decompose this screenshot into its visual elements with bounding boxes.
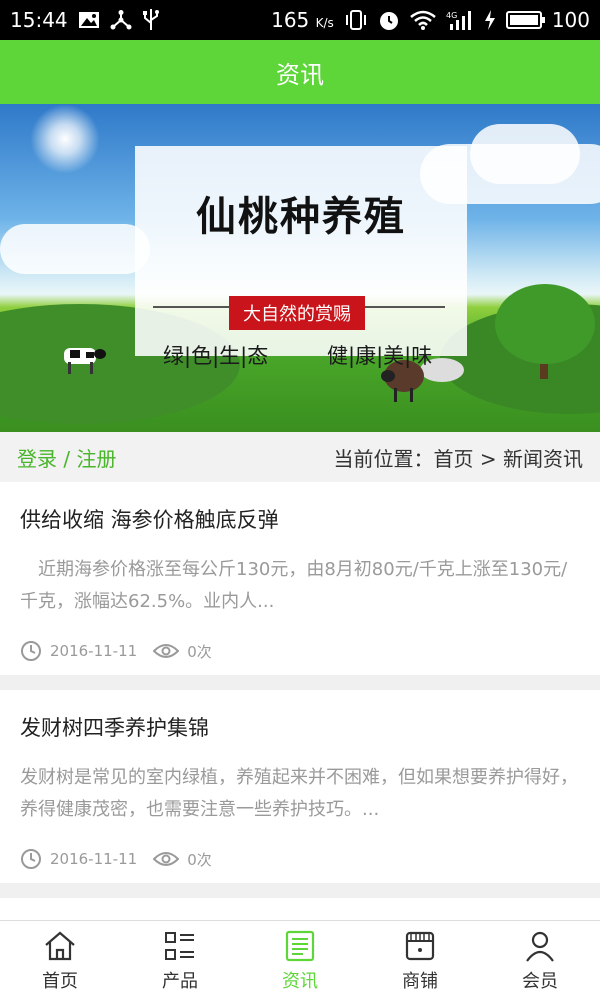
news-date: 2016-11-11: [50, 642, 138, 660]
news-date: 2016-11-11: [50, 850, 138, 868]
shop-icon: [405, 931, 435, 960]
page-title: 资讯: [276, 60, 324, 89]
cow-graphic: [64, 348, 106, 374]
banner-slogan-left: 绿|色|生|态: [163, 344, 269, 368]
clock-icon: [21, 849, 41, 869]
news-summary: 近期海参价格涨至每公斤130元，由8月初80元/千克上涨至130元/千克，涨幅达…: [20, 559, 568, 612]
battery-icon: [505, 11, 545, 29]
usb-icon: [142, 9, 159, 30]
bottom-tab-bar: 首页 产品 资讯 商铺 会员: [0, 920, 600, 1000]
news-title[interactable]: 供给收缩 海参价格触底反弹: [20, 482, 580, 540]
status-time: 15:44: [10, 8, 68, 32]
clock-icon: [21, 641, 41, 661]
news-icon: [285, 930, 315, 961]
charging-icon: [484, 10, 495, 30]
network-speed: 165 K/s: [271, 8, 334, 32]
banner-card: 仙桃种养殖 大自然的赏赐 绿|色|生|态 健|康|美|味: [135, 146, 467, 368]
tab-label: 会员: [522, 970, 558, 992]
tree-graphic: [495, 284, 595, 379]
image-icon: [78, 12, 99, 28]
news-item[interactable]: 发财树四季养护集锦 发财树是常见的室内绿植，养殖起来并不困难，但如果想要养护得好…: [0, 690, 600, 883]
news-item[interactable]: [0, 898, 600, 920]
news-title[interactable]: 发财树四季养护集锦: [20, 690, 580, 748]
breadcrumb: 当前位置：首页 > 新闻资讯: [333, 446, 583, 471]
banner[interactable]: 仙桃种养殖 大自然的赏赐 绿|色|生|态 健|康|美|味: [0, 104, 600, 432]
svg-text:4G: 4G: [446, 11, 457, 20]
news-summary: 发财树是常见的室内绿植，养殖起来并不困难，但如果想要养护得好，养得健康茂密，也需…: [20, 767, 578, 820]
news-meta: 2016-11-11 0次: [20, 640, 580, 662]
tab-news[interactable]: 资讯: [240, 921, 360, 1000]
news-meta: 2016-11-11 0次: [20, 848, 580, 870]
battery-level: 100: [551, 8, 590, 32]
app-header: 资讯: [0, 40, 600, 104]
tab-shops[interactable]: 商铺: [360, 921, 480, 1000]
news-item[interactable]: 供给收缩 海参价格触底反弹 近期海参价格涨至每公斤130元，由8月初80元/千克…: [0, 482, 600, 675]
user-icon: [526, 931, 554, 962]
list-grid-icon: [165, 931, 194, 960]
sun-graphic: [30, 104, 100, 174]
tab-label: 产品: [162, 970, 198, 992]
tab-home[interactable]: 首页: [0, 921, 120, 1000]
login-register-link[interactable]: 登录 / 注册: [17, 443, 116, 472]
banner-tag: 大自然的赏赐: [229, 296, 365, 330]
tab-label: 商铺: [402, 970, 438, 992]
cloud-graphic: [470, 124, 580, 184]
location-bar: 登录 / 注册 当前位置：首页 > 新闻资讯: [0, 432, 600, 482]
tab-member[interactable]: 会员: [480, 921, 600, 1000]
tab-label: 首页: [42, 970, 78, 992]
vibrate-icon: [345, 10, 366, 30]
news-views: 0次: [187, 642, 212, 661]
eye-icon: [153, 644, 180, 658]
wifi-icon: [410, 10, 436, 30]
signal-4g-icon: 4G: [446, 11, 471, 30]
cloud-graphic: [0, 224, 150, 274]
divider: [365, 306, 445, 308]
eye-icon: [153, 852, 180, 866]
share-icon: [110, 10, 132, 30]
banner-slogan-right: 健|康|美|味: [327, 344, 433, 368]
tab-label: 资讯: [282, 970, 318, 992]
alarm-icon: [379, 12, 398, 30]
tab-products[interactable]: 产品: [120, 921, 240, 1000]
news-views: 0次: [187, 850, 212, 869]
status-bar: 15:44 165 K/s 4G 100: [0, 0, 600, 40]
banner-title: 仙桃种养殖: [196, 193, 406, 240]
home-icon: [45, 931, 75, 960]
